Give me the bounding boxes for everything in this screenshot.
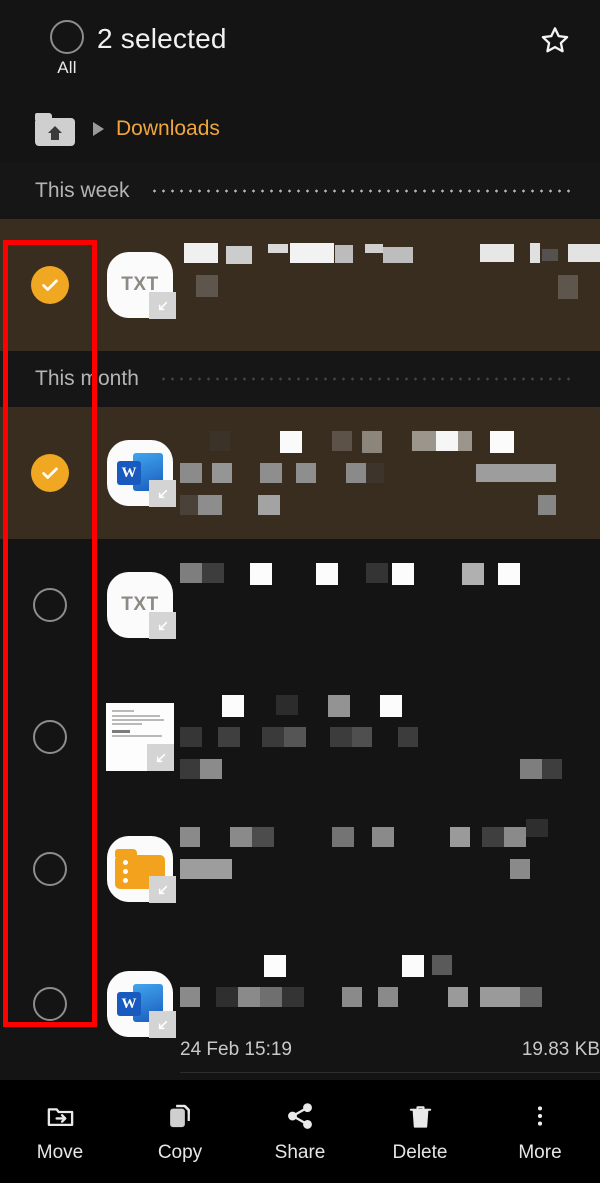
dotted-rule [158,377,572,381]
home-folder-icon[interactable] [35,112,75,146]
row-name-redacted [180,985,564,1011]
circle-outline-icon[interactable] [50,20,84,54]
table-row[interactable]: W [0,407,600,539]
expand-badge-icon [147,744,174,771]
delete-label: Delete [392,1142,448,1163]
table-row[interactable] [0,1073,600,1080]
section-label: This month [35,367,139,390]
section-label: This week [35,179,130,202]
downloaded-badge-icon [149,480,176,507]
check-circle-filled-icon[interactable] [31,454,69,492]
favorite-button[interactable] [532,20,578,66]
row-name-redacted [180,1073,600,1080]
copy-button[interactable]: Copy [124,1099,236,1164]
row-name-redacted [180,953,564,979]
select-all-control[interactable]: All [32,20,102,78]
more-label: More [518,1142,562,1163]
table-row[interactable] [0,671,600,803]
file-date: 24 Feb 15:19 [180,1039,292,1060]
bottom-action-toolbar: Move Copy Share Delete More [0,1080,600,1183]
document-thumbnail-icon [100,671,180,803]
circle-outline-icon[interactable] [33,588,67,622]
table-row[interactable]: TXT [0,219,600,351]
delete-button[interactable]: Delete [364,1099,476,1164]
star-outline-icon [538,24,572,62]
app-header: All 2 selected [0,0,600,95]
move-button[interactable]: Move [4,1099,116,1164]
move-folder-icon [45,1099,76,1133]
section-header-this-week: This week [0,163,600,219]
table-row[interactable]: W [0,935,600,1073]
check-circle-filled-icon[interactable] [31,266,69,304]
expand-badge-icon [149,876,176,903]
share-label: Share [274,1142,326,1163]
word-file-icon: W [100,407,180,539]
row-checkbox-unselected[interactable] [0,539,100,671]
trash-icon [406,1099,435,1133]
copy-label: Copy [157,1142,203,1163]
row-checkbox-unselected[interactable] [0,671,100,803]
txt-file-icon: TXT [100,219,180,351]
section-header-this-month: This month [0,351,600,407]
row-content: 24 Feb 15:19 19.83 KB [180,935,600,1073]
circle-outline-icon[interactable] [33,852,67,886]
row-name-redacted [180,803,600,935]
circle-outline-icon[interactable] [33,720,67,754]
row-name-redacted [180,407,600,539]
circle-outline-icon[interactable] [33,987,67,1021]
row-checkbox-unselected[interactable] [0,803,100,935]
row-checkbox-unselected[interactable] [0,935,100,1073]
downloaded-badge-icon [149,1011,176,1038]
select-all-label: All [57,58,77,77]
dotted-rule [149,189,572,193]
file-size: 19.83 KB [521,1039,600,1060]
document-thumbnail-icon [100,1073,180,1080]
table-row[interactable]: TXT [0,539,600,671]
more-button[interactable]: More [484,1099,596,1164]
table-row[interactable] [0,803,600,935]
page-title: 2 selected [97,23,227,54]
move-label: Move [36,1142,84,1163]
breadcrumb-current[interactable]: Downloads [116,117,220,141]
word-file-icon: W [100,935,180,1073]
breadcrumb: Downloads [0,95,600,163]
row-name-redacted [180,539,600,671]
share-button[interactable]: Share [244,1099,356,1164]
row-checkbox-selected[interactable] [0,407,100,539]
row-name-redacted [180,671,600,803]
more-vertical-icon [527,1099,553,1133]
triangle-right-icon [93,122,104,136]
word-icon-label: W [117,461,141,485]
share-icon [285,1099,315,1133]
file-list[interactable]: This week TXT This month W TXT W 24 Feb … [0,163,600,1080]
word-icon-label: W [117,992,141,1016]
txt-file-icon: TXT [100,539,180,671]
row-checkbox-unselected[interactable] [0,1073,100,1080]
row-name-redacted [180,219,600,351]
downloaded-badge-icon [149,292,176,319]
downloaded-badge-icon [149,612,176,639]
row-checkbox-selected[interactable] [0,219,100,351]
folder-icon [100,803,180,935]
copy-icon [165,1099,195,1133]
file-manager-screen: All 2 selected Downloads This week TXT T… [0,0,600,1183]
